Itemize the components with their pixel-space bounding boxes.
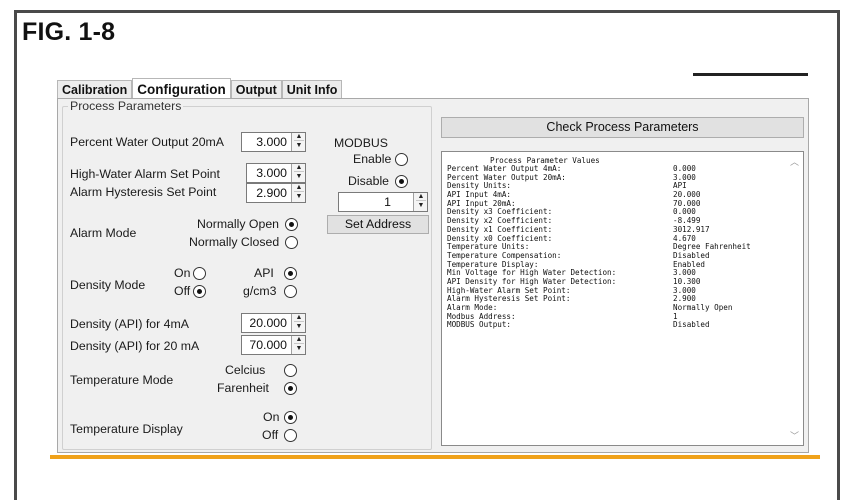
high-water-alarm-label: High-Water Alarm Set Point [70, 167, 220, 181]
alarm-hysteresis-label: Alarm Hysteresis Set Point [70, 185, 217, 199]
temperature-mode-label: Temperature Mode [70, 373, 174, 387]
stepper-up-icon[interactable]: ▲ [294, 133, 304, 141]
stepper-down-icon[interactable]: ▼ [416, 202, 426, 210]
stepper-down-icon[interactable]: ▼ [294, 345, 304, 353]
density-on-label: On [174, 266, 191, 280]
parameter-name: MODBUS Output: [447, 320, 512, 330]
density-gcm3-radio[interactable] [284, 285, 297, 298]
modbus-enable-radio[interactable] [395, 153, 408, 166]
tab-configuration[interactable]: Configuration [132, 78, 231, 99]
set-address-button[interactable]: Set Address [327, 215, 429, 234]
normally-open-label: Normally Open [197, 217, 280, 231]
scroll-up-icon[interactable]: ︿ [790, 155, 799, 168]
normally-open-radio[interactable] [285, 218, 298, 231]
stepper-down-icon[interactable]: ▼ [294, 173, 304, 181]
modbus-disable-radio[interactable] [395, 175, 408, 188]
density-mode-label: Density Mode [70, 278, 146, 292]
density-off-label: Off [174, 284, 191, 298]
temp-display-off-label: Off [262, 428, 279, 442]
divider [693, 73, 808, 76]
modbus-title: MODBUS [334, 136, 388, 150]
celcius-radio[interactable] [284, 364, 297, 377]
stepper-down-icon[interactable]: ▼ [294, 142, 304, 150]
modbus-disable-label: Disable [348, 174, 390, 188]
celcius-label: Celcius [225, 363, 266, 377]
stepper-up-icon[interactable]: ▲ [294, 314, 304, 322]
density-20ma-value: 70.000 [249, 338, 287, 352]
density-on-radio[interactable] [193, 267, 206, 280]
stepper-up-icon[interactable]: ▲ [294, 164, 304, 172]
stepper-up-icon[interactable]: ▲ [294, 336, 304, 344]
stepper-up-icon[interactable]: ▲ [294, 184, 304, 192]
scroll-down-icon[interactable]: ﹀ [790, 429, 799, 442]
temp-display-off-radio[interactable] [284, 429, 297, 442]
modbus-address-value: 1 [384, 195, 391, 209]
stepper-up-icon[interactable]: ▲ [416, 193, 426, 201]
density-20ma-label: Density (API) for 20 mA [70, 339, 200, 353]
stepper-down-icon[interactable]: ▼ [294, 323, 304, 331]
density-20ma-stepper[interactable]: 70.000 ▲ ▼ [241, 335, 306, 355]
density-api-radio[interactable] [284, 267, 297, 280]
tab-unit-info[interactable]: Unit Info [281, 80, 343, 99]
accent-bar [50, 455, 820, 459]
configuration-panel: Process Parameters Percent Water Output … [57, 98, 809, 453]
normally-closed-label: Normally Closed [189, 235, 280, 249]
density-api-label: API [254, 266, 274, 280]
percent-water-stepper[interactable]: 3.000 ▲ ▼ [241, 132, 306, 152]
tab-output[interactable]: Output [230, 80, 282, 99]
density-4ma-stepper[interactable]: 20.000 ▲ ▼ [241, 313, 306, 333]
density-off-radio[interactable] [193, 285, 206, 298]
process-values-textbox[interactable]: Process Parameter Values Percent Water O… [441, 151, 804, 446]
high-water-alarm-value: 3.000 [256, 166, 287, 180]
application-window: Calibration Configuration Output Unit In… [49, 78, 819, 458]
stepper-down-icon[interactable]: ▼ [294, 193, 304, 201]
check-process-parameters-button[interactable]: Check Process Parameters [441, 117, 804, 138]
figure-title: FIG. 1-8 [22, 18, 116, 46]
farenheit-radio[interactable] [284, 382, 297, 395]
parameter-value: Normally Open [673, 303, 733, 312]
farenheit-label: Farenheit [217, 381, 269, 395]
parameter-value: Disabled [673, 320, 710, 330]
density-4ma-label: Density (API) for 4mA [70, 317, 189, 331]
alarm-hysteresis-stepper[interactable]: 2.900 ▲ ▼ [246, 183, 306, 203]
percent-water-label: Percent Water Output 20mA [70, 135, 225, 149]
temperature-display-label: Temperature Display [70, 422, 183, 436]
density-gcm3-label: g/cm3 [243, 284, 277, 298]
tab-calibration[interactable]: Calibration [57, 80, 133, 99]
high-water-alarm-stepper[interactable]: 3.000 ▲ ▼ [246, 163, 306, 183]
alarm-mode-label: Alarm Mode [70, 226, 137, 240]
group-title: Process Parameters [68, 99, 184, 113]
density-4ma-value: 20.000 [249, 316, 287, 330]
modbus-address-stepper[interactable]: 1 ▲ ▼ [338, 192, 428, 212]
normally-closed-radio[interactable] [285, 236, 298, 249]
percent-water-value: 3.000 [256, 135, 287, 149]
modbus-enable-label: Enable [353, 152, 392, 166]
tab-bar: Calibration Configuration Output Unit In… [57, 78, 343, 99]
alarm-hysteresis-value: 2.900 [256, 186, 287, 200]
temp-display-on-radio[interactable] [284, 411, 297, 424]
temp-display-on-label: On [263, 410, 280, 424]
